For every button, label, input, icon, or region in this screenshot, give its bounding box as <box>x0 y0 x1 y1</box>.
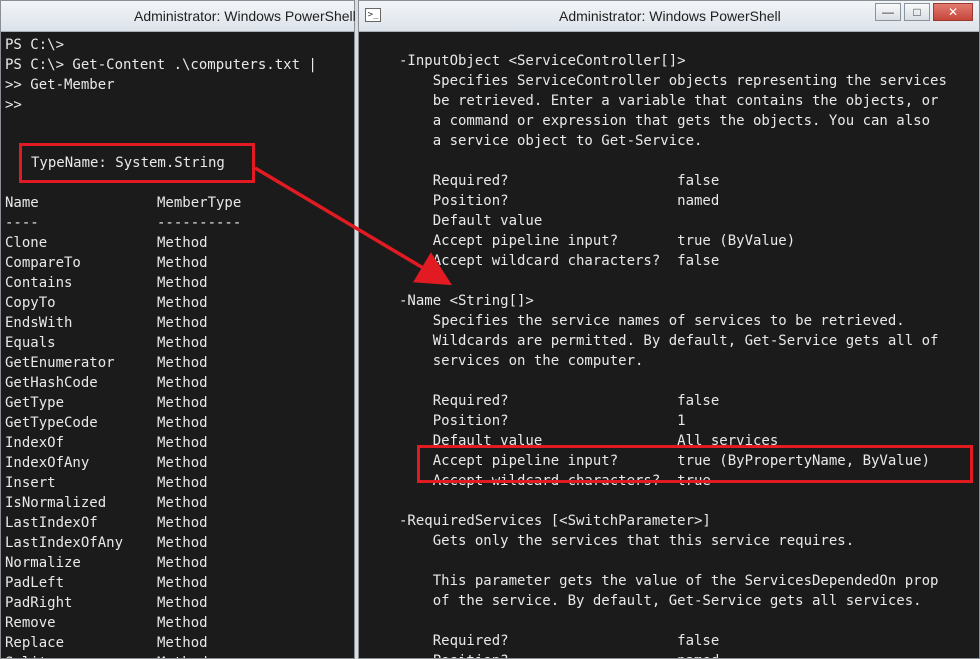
help-line: Accept pipeline input? true (ByValue) <box>399 233 796 249</box>
member-type: Method <box>157 495 208 511</box>
member-name: GetTypeCode <box>5 415 98 431</box>
maximize-button[interactable]: □ <box>904 3 930 21</box>
window-controls: — □ ✕ <box>875 3 973 21</box>
member-type: Method <box>157 595 208 611</box>
member-type: Method <box>157 395 208 411</box>
member-type: Method <box>157 555 208 571</box>
member-type: Method <box>157 355 208 371</box>
member-type: Method <box>157 575 208 591</box>
help-line: Gets only the services that this service… <box>399 533 855 549</box>
member-name: LastIndexOf <box>5 515 98 531</box>
member-type: Method <box>157 255 208 271</box>
member-name: GetEnumerator <box>5 355 115 371</box>
member-name: IndexOfAny <box>5 455 90 471</box>
help-line: Accept wildcard characters? false <box>399 253 720 269</box>
left-console-output[interactable]: PS C:\> PS C:\> Get-Content .\computers.… <box>1 32 354 658</box>
left-title-bar[interactable]: Administrator: Windows PowerShell <box>1 1 356 32</box>
member-type: Method <box>157 535 208 551</box>
right-window-title: Administrator: Windows PowerShell <box>559 8 781 24</box>
help-line: Position? named <box>399 651 720 658</box>
member-name: Clone <box>5 235 48 251</box>
help-line: a command or expression that gets the ob… <box>399 113 931 129</box>
prompt-line: >> Get-Member <box>5 77 115 93</box>
member-type: Method <box>157 635 208 651</box>
column-underline-membertype: ---------- <box>157 215 242 231</box>
column-header-membertype: MemberType <box>157 195 242 211</box>
help-line: This parameter gets the value of the Ser… <box>399 573 939 589</box>
member-type: Method <box>157 275 208 291</box>
help-line: of the service. By default, Get-Service … <box>399 593 922 609</box>
member-type: Method <box>157 415 208 431</box>
pipeline-input-highlight-box <box>417 445 973 483</box>
help-line: Required? false <box>399 633 720 649</box>
help-line: Wildcards are permitted. By default, Get… <box>399 333 939 349</box>
help-line: -RequiredServices [<SwitchParameter>] <box>399 513 711 529</box>
member-type: Method <box>157 375 208 391</box>
left-window-title: Administrator: Windows PowerShell <box>134 8 356 24</box>
member-name: PadRight <box>5 595 73 611</box>
prompt-line: PS C:\> Get-Content .\computers.txt | <box>5 57 317 73</box>
help-line: -Name <String[]> <box>399 293 534 309</box>
member-type: Method <box>157 335 208 351</box>
member-name: Remove <box>5 615 56 631</box>
member-name: PadLeft <box>5 575 65 591</box>
column-header-name: Name <box>5 195 39 211</box>
help-line: -InputObject <ServiceController[]> <box>399 53 686 69</box>
help-line: Specifies ServiceController objects repr… <box>399 73 947 89</box>
right-title-bar[interactable]: >_ Administrator: Windows PowerShell — □… <box>359 1 979 32</box>
powershell-icon: >_ <box>365 8 381 22</box>
member-type: Method <box>157 475 208 491</box>
member-name: Replace <box>5 635 65 651</box>
minimize-button[interactable]: — <box>875 3 901 21</box>
prompt-line: >> <box>5 97 22 113</box>
close-button[interactable]: ✕ <box>933 3 973 21</box>
left-powershell-window: Administrator: Windows PowerShell PS C:\… <box>0 0 356 659</box>
member-name: CompareTo <box>5 255 81 271</box>
help-line: Default value <box>399 213 543 229</box>
member-type: Method <box>157 295 208 311</box>
right-console-output[interactable]: -InputObject <ServiceController[]> Speci… <box>359 32 979 658</box>
member-name: Equals <box>5 335 56 351</box>
member-name: GetType <box>5 395 65 411</box>
help-line: Position? 1 <box>399 413 686 429</box>
help-line: Required? false <box>399 393 720 409</box>
member-name: IsNormalized <box>5 495 107 511</box>
member-type: Method <box>157 653 208 658</box>
member-name: LastIndexOfAny <box>5 535 124 551</box>
help-line: Required? false <box>399 173 720 189</box>
help-line: services on the computer. <box>399 353 644 369</box>
help-line: Position? named <box>399 193 720 209</box>
member-type: Method <box>157 235 208 251</box>
member-name: Normalize <box>5 555 81 571</box>
member-type: Method <box>157 455 208 471</box>
member-type: Method <box>157 435 208 451</box>
member-name: EndsWith <box>5 315 73 331</box>
help-line: Specifies the service names of services … <box>399 313 905 329</box>
member-name: IndexOf <box>5 435 65 451</box>
help-line: a service object to Get-Service. <box>399 133 703 149</box>
help-line: be retrieved. Enter a variable that cont… <box>399 93 939 109</box>
member-type: Method <box>157 515 208 531</box>
prompt-line: PS C:\> <box>5 37 65 53</box>
column-underline-name: ---- <box>5 215 39 231</box>
member-name: GetHashCode <box>5 375 98 391</box>
member-name: Split <box>5 653 47 658</box>
typename-highlight-box <box>19 143 255 183</box>
member-type: Method <box>157 315 208 331</box>
member-name: Contains <box>5 275 73 291</box>
right-powershell-window: >_ Administrator: Windows PowerShell — □… <box>358 0 980 659</box>
member-name: Insert <box>5 475 56 491</box>
member-type: Method <box>157 615 208 631</box>
member-name: CopyTo <box>5 295 56 311</box>
